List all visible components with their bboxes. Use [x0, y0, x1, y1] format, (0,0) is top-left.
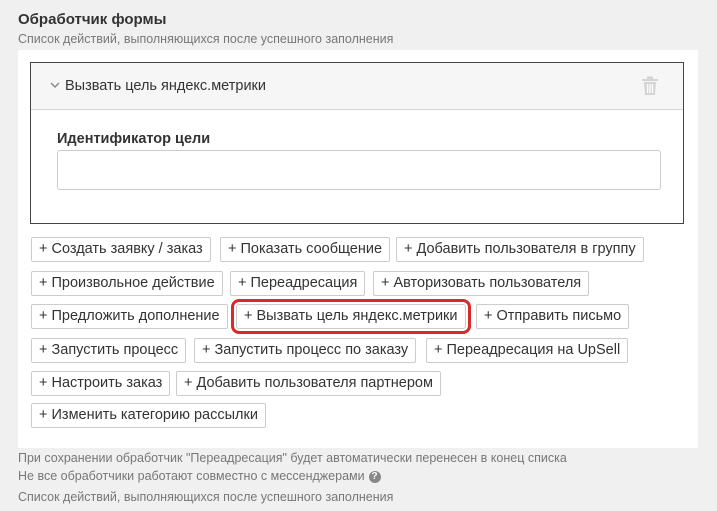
- add-send-email-button[interactable]: + Отправить письмо: [476, 304, 630, 329]
- goal-id-input[interactable]: [57, 150, 661, 190]
- actions-panel: Вызвать цель яндекс.метрики Идентификато…: [18, 50, 698, 448]
- action-card-header[interactable]: Вызвать цель яндекс.метрики: [31, 63, 683, 110]
- action-card: Вызвать цель яндекс.метрики Идентификато…: [30, 62, 684, 224]
- redirect-note: При сохранении обработчик "Переадресация…: [18, 451, 567, 465]
- add-authorize-user-button[interactable]: + Авторизовать пользователя: [373, 271, 590, 296]
- add-custom-action-button[interactable]: + Произвольное действие: [31, 271, 223, 296]
- action-card-title: Вызвать цель яндекс.метрики: [65, 78, 266, 94]
- chevron-down-icon[interactable]: [50, 80, 60, 90]
- add-redirect-button[interactable]: + Переадресация: [230, 271, 366, 296]
- add-start-process-button[interactable]: + Запустить процесс: [31, 338, 187, 363]
- messenger-note-text: Не все обработчики работают совместно с …: [18, 469, 365, 483]
- add-partner-user-button[interactable]: + Добавить пользователя партнером: [176, 371, 441, 396]
- footer-description: Список действий, выполняющихся после усп…: [18, 490, 394, 504]
- add-configure-order-button[interactable]: + Настроить заказ: [31, 371, 171, 396]
- help-icon[interactable]: ?: [368, 471, 381, 483]
- trash-icon[interactable]: [641, 76, 659, 96]
- add-metrika-goal-button[interactable]: + Вызвать цель яндекс.метрики: [231, 299, 471, 334]
- add-create-order-button[interactable]: + Создать заявку / заказ: [31, 237, 211, 262]
- add-user-to-group-button[interactable]: + Добавить пользователя в группу: [396, 237, 644, 262]
- add-show-message-button[interactable]: + Показать сообщение: [220, 237, 391, 262]
- add-start-order-process-button[interactable]: + Запустить процесс по заказу: [194, 338, 417, 363]
- form-handler-title: Обработчик формы: [18, 11, 167, 28]
- goal-id-label: Идентификатор цели: [57, 131, 211, 147]
- messenger-note: Не все обработчики работают совместно с …: [18, 469, 381, 483]
- add-offer-addon-button[interactable]: + Предложить дополнение: [31, 304, 228, 329]
- form-handler-subtitle: Список действий, выполняющихся после усп…: [18, 32, 394, 46]
- add-change-mailing-category-button[interactable]: + Изменить категорию рассылки: [31, 403, 266, 428]
- add-upsell-redirect-button[interactable]: + Переадресация на UpSell: [426, 338, 629, 363]
